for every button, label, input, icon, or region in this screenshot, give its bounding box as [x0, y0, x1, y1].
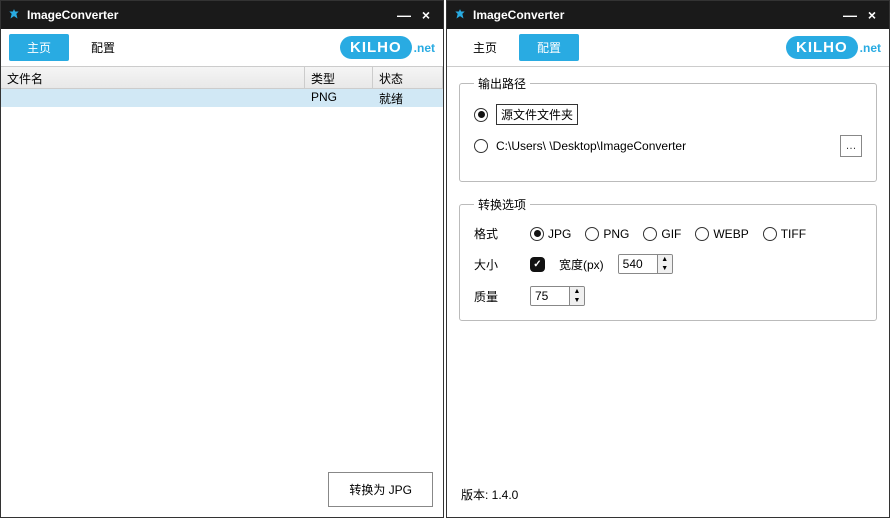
app-icon: [453, 8, 467, 22]
format-label-png: PNG: [603, 227, 629, 241]
minimize-button[interactable]: —: [393, 4, 415, 26]
format-option-tiff[interactable]: TIFF: [763, 227, 806, 241]
column-type[interactable]: 类型: [305, 67, 373, 88]
titlebar: ImageConverter — ×: [447, 1, 889, 29]
label-size: 大小: [474, 256, 516, 273]
logo-brand: KILHO: [786, 36, 858, 59]
format-label-gif: GIF: [661, 227, 681, 241]
format-option-jpg[interactable]: JPG: [530, 227, 571, 241]
label-source-folder: 源文件文件夹: [496, 104, 578, 125]
version-label: 版本: 1.4.0: [461, 488, 518, 502]
width-spin-up-icon[interactable]: ▲: [658, 255, 672, 264]
window-title: ImageConverter: [473, 8, 839, 22]
radio-jpg[interactable]: [530, 227, 544, 241]
toolbar: 主页 配置 KILHO .net: [447, 29, 889, 67]
format-option-gif[interactable]: GIF: [643, 227, 681, 241]
quality-spinner: ▲ ▼: [530, 286, 585, 306]
cell-filename: [1, 89, 305, 107]
label-format: 格式: [474, 225, 516, 242]
convert-button[interactable]: 转换为 JPG: [328, 472, 433, 507]
format-option-webp[interactable]: WEBP: [695, 227, 748, 241]
titlebar: ImageConverter — ×: [1, 1, 443, 29]
logo-suffix: .net: [860, 41, 881, 55]
logo: KILHO .net: [786, 34, 881, 62]
width-spin-down-icon[interactable]: ▼: [658, 264, 672, 273]
footer: 转换为 JPG: [1, 461, 443, 517]
checkbox-width[interactable]: [530, 257, 545, 272]
window-config: ImageConverter — × 主页 配置 KILHO .net 输出路径…: [446, 0, 890, 518]
cell-type: PNG: [305, 89, 373, 107]
label-quality: 质量: [474, 288, 516, 305]
table-row[interactable]: PNG 就绪: [1, 89, 443, 107]
table-header: 文件名 类型 状态: [1, 67, 443, 89]
width-input[interactable]: [619, 255, 657, 273]
label-custom-path: C:\Users\ \Desktop\ImageConverter: [496, 139, 832, 153]
row-quality: 质量 ▲ ▼: [474, 286, 862, 306]
format-label-webp: WEBP: [713, 227, 748, 241]
legend-conversion: 转换选项: [474, 196, 530, 213]
column-filename[interactable]: 文件名: [1, 67, 305, 88]
format-option-png[interactable]: PNG: [585, 227, 629, 241]
column-status[interactable]: 状态: [373, 67, 443, 88]
quality-spin-up-icon[interactable]: ▲: [570, 287, 584, 296]
cell-status: 就绪: [373, 89, 443, 107]
footer-version: 版本: 1.4.0: [447, 476, 889, 517]
quality-spin-down-icon[interactable]: ▼: [570, 296, 584, 305]
tab-main[interactable]: 主页: [455, 34, 515, 61]
format-label-tiff: TIFF: [781, 227, 806, 241]
logo: KILHO .net: [340, 34, 435, 62]
window-title: ImageConverter: [27, 8, 393, 22]
radio-source-folder[interactable]: [474, 108, 488, 122]
toolbar: 主页 配置 KILHO .net: [1, 29, 443, 67]
label-width-px: 宽度(px): [559, 256, 604, 273]
row-format: 格式 JPG PNG GIF: [474, 225, 862, 242]
table-body: PNG 就绪: [1, 89, 443, 461]
group-output-path: 输出路径 源文件文件夹 C:\Users\ \Desktop\ImageConv…: [459, 75, 877, 182]
tab-main[interactable]: 主页: [9, 34, 69, 61]
row-size: 大小 宽度(px) ▲ ▼: [474, 254, 862, 274]
format-radio-group: JPG PNG GIF WEBP: [530, 227, 806, 241]
app-icon: [7, 8, 21, 22]
path-option-custom[interactable]: C:\Users\ \Desktop\ImageConverter …: [474, 135, 862, 157]
logo-brand: KILHO: [340, 36, 412, 59]
logo-suffix: .net: [414, 41, 435, 55]
window-main: ImageConverter — × 主页 配置 KILHO .net 文件名 …: [0, 0, 444, 518]
legend-output-path: 输出路径: [474, 75, 530, 92]
config-panel: 输出路径 源文件文件夹 C:\Users\ \Desktop\ImageConv…: [447, 67, 889, 476]
radio-png[interactable]: [585, 227, 599, 241]
minimize-button[interactable]: —: [839, 4, 861, 26]
tab-config[interactable]: 配置: [73, 34, 133, 61]
format-label-jpg: JPG: [548, 227, 571, 241]
quality-input[interactable]: [531, 287, 569, 305]
radio-tiff[interactable]: [763, 227, 777, 241]
radio-gif[interactable]: [643, 227, 657, 241]
radio-webp[interactable]: [695, 227, 709, 241]
group-conversion-options: 转换选项 格式 JPG PNG GIF: [459, 196, 877, 321]
path-option-source[interactable]: 源文件文件夹: [474, 104, 862, 125]
close-button[interactable]: ×: [415, 4, 437, 26]
radio-custom-path[interactable]: [474, 139, 488, 153]
close-button[interactable]: ×: [861, 4, 883, 26]
browse-button[interactable]: …: [840, 135, 862, 157]
width-spinner: ▲ ▼: [618, 254, 673, 274]
tab-config[interactable]: 配置: [519, 34, 579, 61]
